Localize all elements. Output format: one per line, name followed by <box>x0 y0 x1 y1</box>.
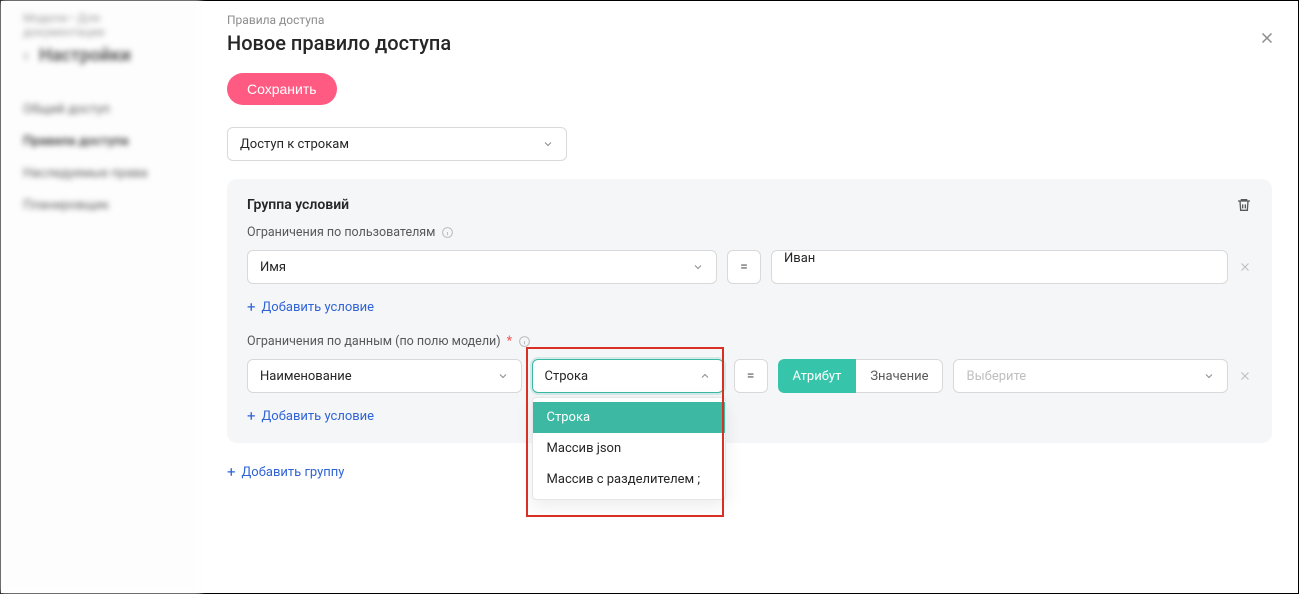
add-group-button[interactable]: + Добавить группу <box>227 465 344 480</box>
user-condition-row: Имя = Иван <box>247 250 1252 284</box>
page-title: Новое правило доступа <box>227 31 1272 55</box>
add-data-condition-button[interactable]: + Добавить условие <box>247 409 374 424</box>
bg-title: ‹Настройки <box>23 45 179 66</box>
required-asterisk: * <box>507 334 512 349</box>
remove-condition-icon[interactable] <box>1238 369 1252 383</box>
chevron-down-icon <box>692 261 704 273</box>
type-option[interactable]: Строка <box>533 402 725 433</box>
value-mode-toggle: Атрибут Значение <box>778 359 944 393</box>
info-icon <box>518 335 531 348</box>
modal-panel: Правила доступа Новое правило доступа Со… <box>201 1 1298 593</box>
operator-box[interactable]: = <box>727 250 761 284</box>
bg-nav-item: Общий доступ <box>23 94 179 126</box>
add-group-label: Добавить группу <box>242 465 345 480</box>
data-condition-row: Наименование Строка Строка Массив json М… <box>247 359 1252 393</box>
bg-nav: Общий доступ Правила доступа Наследуемые… <box>23 94 179 222</box>
chevron-up-icon <box>699 370 711 382</box>
access-type-value: Доступ к строкам <box>240 137 349 152</box>
bg-nav-item: Правила доступа <box>23 126 179 158</box>
group-title: Группа условий <box>247 197 349 213</box>
user-restrictions-label: Ограничения по пользователям <box>247 225 435 240</box>
add-condition-label: Добавить условие <box>262 300 375 315</box>
remove-condition-icon[interactable] <box>1238 260 1252 274</box>
type-select[interactable]: Строка <box>532 359 724 393</box>
type-option[interactable]: Массив с разделителем ; <box>533 464 725 495</box>
type-dropdown: Строка Массив json Массив с разделителем… <box>532 397 726 500</box>
user-field-select[interactable]: Имя <box>247 250 717 284</box>
attribute-select[interactable]: Выберите <box>953 359 1228 393</box>
chevron-down-icon <box>542 138 554 150</box>
plus-icon: + <box>247 300 256 315</box>
type-select-wrapper: Строка Строка Массив json Массив с разде… <box>532 359 724 393</box>
chevron-down-icon <box>497 370 509 382</box>
user-value-input[interactable]: Иван <box>771 250 1228 284</box>
condition-group: Группа условий Ограничения по пользовате… <box>227 179 1272 443</box>
data-field-value: Наименование <box>260 369 352 384</box>
operator-box[interactable]: = <box>734 359 768 393</box>
add-user-condition-button[interactable]: + Добавить условие <box>247 300 374 315</box>
data-field-select[interactable]: Наименование <box>247 359 522 393</box>
panel-breadcrumb: Правила доступа <box>227 13 1272 27</box>
user-field-value: Имя <box>260 260 286 275</box>
type-option[interactable]: Массив json <box>533 433 725 464</box>
background-sidebar: Модели • Для документации ‹Настройки Общ… <box>1 1 201 593</box>
close-icon[interactable] <box>1258 29 1276 47</box>
type-select-value: Строка <box>545 369 589 384</box>
add-condition-label: Добавить условие <box>262 409 375 424</box>
segment-attribute[interactable]: Атрибут <box>778 359 857 393</box>
bg-breadcrumb: Модели • Для документации <box>23 11 179 39</box>
bg-nav-item: Планировщик <box>23 190 179 222</box>
chevron-down-icon <box>1203 370 1215 382</box>
trash-icon[interactable] <box>1236 197 1252 213</box>
plus-icon: + <box>247 409 256 424</box>
access-type-select[interactable]: Доступ к строкам <box>227 127 567 161</box>
data-restrictions-label: Ограничения по данным (по полю модели) <box>247 334 501 349</box>
attribute-select-placeholder: Выберите <box>966 369 1026 384</box>
segment-value[interactable]: Значение <box>856 359 943 393</box>
bg-nav-item: Наследуемые права <box>23 158 179 190</box>
plus-icon: + <box>227 465 236 480</box>
info-icon <box>441 226 454 239</box>
save-button[interactable]: Сохранить <box>227 73 337 105</box>
